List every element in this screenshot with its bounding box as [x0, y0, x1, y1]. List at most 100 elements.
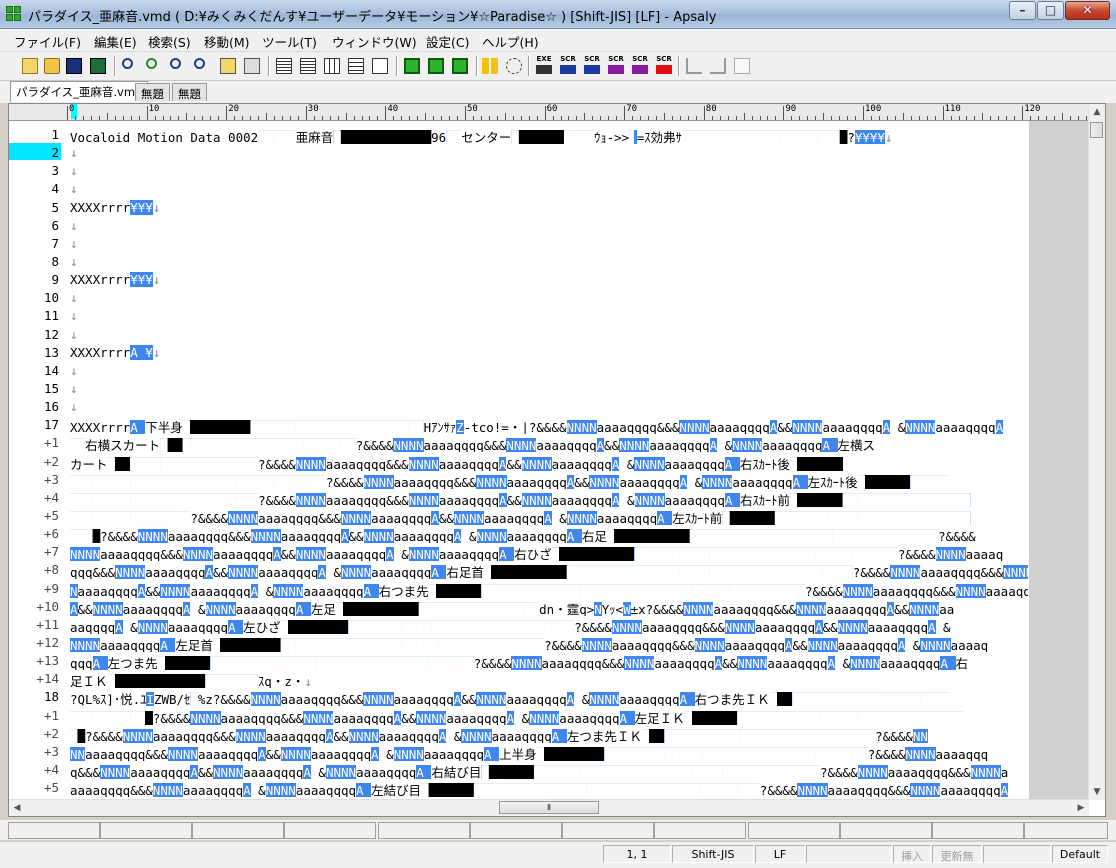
text-line[interactable]: +9 NaaaaqqqqA&&NNNNaaaaqqqqA &NNNNaaaaqqq… [9, 580, 1089, 598]
text-line[interactable]: 15 ↓ [9, 380, 1089, 398]
close-button[interactable]: ✕ [1065, 1, 1110, 20]
text-line[interactable]: 5 XXXXrrrr¥¥¥↓ [9, 199, 1089, 217]
scroll-left-button[interactable]: ◀ [9, 800, 25, 816]
text-line[interactable]: +2 ██?&&&&NNNNaaaaqqqq&&&NNNNaaaaqqqqA&&N… [9, 725, 1089, 743]
scroll-right-button[interactable]: ▶ [1073, 800, 1089, 816]
menu-move[interactable]: 移動(M) [204, 32, 250, 51]
function-key-9[interactable] [748, 822, 840, 839]
horizontal-scroll-thumb[interactable]: ⦀ [499, 801, 599, 814]
text-line[interactable]: +4 █████████████████████████?&&&&NNNNaaaa… [9, 489, 1089, 507]
text-line[interactable]: 4 ↓ [9, 180, 1089, 198]
text-line[interactable]: 9 XXXXrrrr¥¥¥↓ [9, 271, 1089, 289]
grep-button[interactable] [218, 56, 238, 76]
text-line[interactable]: 8 ↓ [9, 253, 1089, 271]
indent-button[interactable] [684, 56, 704, 76]
list-button-4[interactable] [346, 56, 366, 76]
text-line[interactable]: +14 足ＩＫ████████████████████ｽq・z・↓ [9, 670, 1089, 689]
new-file-button[interactable] [20, 56, 40, 76]
tab-untitled-1[interactable]: 無題 [135, 83, 170, 101]
text-line[interactable]: 12 ↓ [9, 326, 1089, 344]
function-key-6[interactable] [470, 822, 562, 839]
tab-paradise-vmd[interactable]: パラダイス_亜麻音.vmd [10, 81, 149, 102]
text-line[interactable]: 11 ↓ [9, 307, 1089, 325]
text-line[interactable]: 7 ↓ [9, 235, 1089, 253]
function-key-5[interactable] [378, 822, 470, 839]
function-key-7[interactable] [562, 822, 654, 839]
grid-button[interactable] [480, 56, 500, 76]
save-button[interactable] [64, 56, 84, 76]
bookmark-1-button[interactable] [402, 56, 422, 76]
list-button-5[interactable] [370, 56, 390, 76]
text-line[interactable]: 16 ↓ [9, 398, 1089, 416]
tab-untitled-2[interactable]: 無題 [172, 83, 207, 101]
text-line[interactable]: 6 ↓ [9, 217, 1089, 235]
text-line[interactable]: +6 ████?&&&&NNNNaaaaqqqq&&&NNNNaaaaqqqqA&… [9, 525, 1089, 544]
text-line[interactable]: 13 XXXXrrrrA ¥↓ [9, 344, 1089, 362]
text-line[interactable]: +5 ████████████████?&&&&NNNNaaaaqqqq&&&NN… [9, 507, 1089, 525]
text-line[interactable]: 14 ↓ [9, 362, 1089, 380]
menu-tools[interactable]: ツール(T) [262, 32, 317, 51]
grep-replace-button[interactable] [242, 56, 262, 76]
text-line[interactable]: +12 NNNNaaaaqqqqA 左足首████████████████████… [9, 634, 1089, 652]
find-prev-button[interactable] [168, 56, 188, 76]
text-line[interactable]: +1 ███████████?&&&&NNNNaaaaqqqq&&&NNNNaaa… [9, 707, 1089, 725]
text-line[interactable]: +7 NNNNaaaaqqqq&&&NNNNaaaaqqqqA&&NNNNaaaa… [9, 543, 1089, 562]
menu-help[interactable]: ヘルプ(H) [482, 32, 539, 51]
text-line[interactable]: 18 ?QL%ｽ]･悦.ﾕIZWB/ｾ█%z?&&&&NNNNaaaaqqqq&&… [9, 688, 1089, 707]
find-next-button[interactable] [192, 56, 212, 76]
text-line[interactable]: 2 ↓ [9, 144, 1089, 162]
exe-button[interactable]: EXE [534, 55, 554, 76]
function-key-8[interactable] [654, 822, 746, 839]
text-line[interactable]: +8 qqq&&&NNNNaaaaqqqqA&&NNNNaaaaqqqqA &NN… [9, 561, 1089, 580]
menu-file[interactable]: ファイル(F) [14, 32, 81, 51]
horizontal-scrollbar[interactable]: ◀ ⦀ ▶ [9, 799, 1089, 816]
return-button[interactable] [708, 56, 728, 76]
list-button-3[interactable] [322, 56, 342, 76]
function-key-12[interactable] [1024, 822, 1108, 839]
text-line[interactable]: +13 qqqA 左つま先████████████████████████████… [9, 652, 1089, 671]
script-button-2[interactable]: SCR [582, 55, 602, 76]
text-line[interactable]: +2 カート████████████████████?&&&&NNNNaaaaqq… [9, 453, 1089, 471]
menu-window[interactable]: ウィンドウ(W) [332, 32, 417, 51]
text-line[interactable]: 1 Vocaloid Motion Data 0002█████亜麻音██████… [9, 126, 1089, 144]
text-line[interactable]: +10 A&&NNNNaaaaqqqqA &NNNNaaaaqqqqA 左足███… [9, 598, 1089, 616]
open-button[interactable] [42, 56, 62, 76]
function-key-1[interactable] [8, 822, 100, 839]
vertical-scrollbar[interactable]: ▲ ▼ [1088, 104, 1105, 800]
text-editor[interactable]: 0 10 20 30 40 50 60 70 80 90 100 110 120 1 Vocaloid M… [8, 103, 1106, 817]
script-button-5[interactable]: SCR [654, 55, 674, 76]
menu-settings[interactable]: 設定(C) [426, 32, 469, 51]
text-line[interactable]: +4 q&&&NNNNaaaaqqqqA&&NNNNaaaaqqqqA &NNNN… [9, 761, 1089, 779]
macro-button[interactable] [504, 56, 524, 76]
line-ending-indicator[interactable]: LF [755, 845, 805, 863]
text-line[interactable]: 17 XXXXrrrrA 下半身█████████████████████████… [9, 416, 1089, 435]
function-key-11[interactable] [932, 822, 1024, 839]
menu-edit[interactable]: 編集(E) [94, 32, 137, 51]
bookmark-2-button[interactable] [426, 56, 446, 76]
list-button-2[interactable] [298, 56, 318, 76]
page-button[interactable] [732, 56, 752, 76]
bookmark-3-button[interactable] [450, 56, 470, 76]
script-button-3[interactable]: SCR [606, 55, 626, 76]
script-button-4[interactable]: SCR [630, 55, 650, 76]
vertical-scroll-thumb[interactable] [1090, 122, 1103, 138]
text-line[interactable]: +3 NNaaaaqqqq&&&NNNNaaaaqqqqA&&NNNNaaaaqq… [9, 743, 1089, 761]
function-key-3[interactable] [192, 822, 284, 839]
script-button-1[interactable]: SCR [558, 55, 578, 76]
list-button-1[interactable] [274, 56, 294, 76]
menu-search[interactable]: 検索(S) [148, 32, 191, 51]
text-line[interactable]: +1 ██右横スカート██████████████████████████?&&&… [9, 434, 1089, 453]
encoding-indicator[interactable]: Shift-JIS [672, 845, 754, 863]
maximize-button[interactable]: □ [1037, 1, 1064, 20]
function-key-2[interactable] [100, 822, 192, 839]
text-line[interactable]: 10 ↓ [9, 289, 1089, 307]
save-as-button[interactable] [88, 56, 108, 76]
function-key-4[interactable] [284, 822, 376, 839]
text-line[interactable]: +11 aaqqqqA &NNNNaaaaqqqqA 左ひざ███████████… [9, 616, 1089, 634]
text-line[interactable]: +3 ██████████████████████████████████?&&&… [9, 471, 1089, 489]
scroll-up-button[interactable]: ▲ [1089, 104, 1105, 120]
minimize-button[interactable]: – [1009, 1, 1036, 20]
scroll-down-button[interactable]: ▼ [1089, 784, 1105, 800]
text-line[interactable]: +5 aaaaqqqq&&&NNNNaaaaqqqqA &NNNNaaaaqqqq… [9, 779, 1089, 798]
find-replace-button[interactable] [144, 56, 164, 76]
